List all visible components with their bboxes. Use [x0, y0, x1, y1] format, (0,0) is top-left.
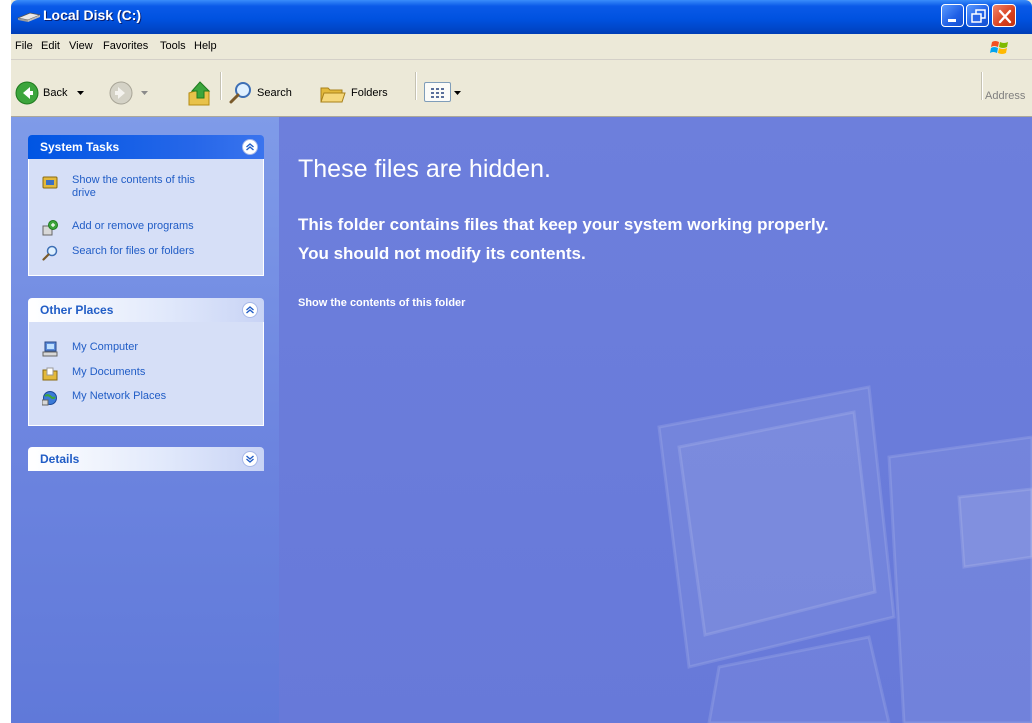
- task-label: Show the contents of this: [72, 174, 195, 186]
- toolbar-separator: [415, 72, 417, 100]
- task-pane: System Tasks Show the contents of this d…: [11, 117, 279, 723]
- task-label: drive: [72, 187, 96, 199]
- folders-icon: [320, 87, 346, 103]
- warning-message-line1: This folder contains files that keep you…: [298, 215, 829, 234]
- show-folder-contents-link[interactable]: Show the contents of this folder: [298, 297, 465, 309]
- content-area: System Tasks Show the contents of this d…: [11, 117, 1032, 723]
- up-folder-icon[interactable]: [187, 79, 213, 107]
- search-label: Search: [257, 87, 292, 99]
- add-remove-programs-icon: [42, 220, 58, 236]
- other-places-body: My Computer My Documents My Network Plac…: [28, 322, 264, 426]
- system-tasks-body: Show the contents of this drive Add or r…: [28, 159, 264, 276]
- place-label: My Network Places: [72, 390, 167, 402]
- menu-help[interactable]: Help: [194, 40, 217, 52]
- task-label: Search for files or folders: [72, 245, 195, 257]
- toolbar: Back Search Folders Address: [11, 60, 1032, 117]
- warning-message-line2: You should not modify its contents.: [298, 244, 586, 263]
- drive-contents-icon: [42, 176, 58, 189]
- address-label[interactable]: Address: [985, 90, 1025, 102]
- views-button[interactable]: [424, 82, 451, 102]
- views-dropdown-icon[interactable]: [454, 91, 462, 97]
- system-tasks-header[interactable]: System Tasks: [28, 135, 264, 159]
- folders-label: Folders: [351, 87, 388, 99]
- hidden-files-panel: These files are hidden. This folder cont…: [279, 117, 1032, 723]
- minimize-button[interactable]: [941, 4, 964, 27]
- back-button[interactable]: Back: [15, 81, 95, 105]
- collapse-chevron-icon[interactable]: [242, 139, 258, 155]
- my-documents-icon: [42, 367, 58, 381]
- back-dropdown-icon[interactable]: [77, 91, 85, 97]
- windows-logo-icon: [990, 41, 1008, 54]
- task-label: Add or remove programs: [72, 220, 194, 232]
- title-bar[interactable]: Local Disk (C:): [11, 0, 1032, 34]
- back-arrow-icon: [15, 81, 39, 105]
- place-label: My Computer: [72, 341, 139, 353]
- explorer-window: Local Disk (C:) File Edit View Favorites…: [11, 0, 1032, 723]
- other-places-title: Other Places: [40, 303, 114, 317]
- details-title: Details: [40, 452, 80, 466]
- menu-view[interactable]: View: [69, 40, 93, 52]
- toolbar-separator: [220, 72, 222, 100]
- network-places-icon: [42, 391, 57, 406]
- collapse-chevron-icon[interactable]: [242, 302, 258, 318]
- menu-edit[interactable]: Edit: [41, 40, 60, 52]
- other-places-header[interactable]: Other Places: [28, 298, 264, 322]
- menu-tools[interactable]: Tools: [160, 40, 186, 52]
- page-title: These files are hidden.: [298, 155, 551, 183]
- my-computer-icon: [42, 341, 58, 357]
- forward-arrow-icon[interactable]: [109, 81, 133, 105]
- restore-button[interactable]: [966, 4, 989, 27]
- menu-file[interactable]: File: [15, 40, 33, 52]
- toolbar-separator: [981, 72, 983, 100]
- restore-icon: [971, 9, 986, 23]
- drive-icon: [16, 12, 42, 22]
- expand-chevron-icon[interactable]: [242, 451, 258, 467]
- window-title: Local Disk (C:): [43, 7, 142, 23]
- back-label: Back: [43, 87, 68, 99]
- search-button[interactable]: Search: [229, 81, 319, 105]
- computer-watermark-icon: [657, 385, 1032, 723]
- place-label: My Documents: [72, 366, 146, 378]
- menu-bar: File Edit View Favorites Tools Help: [11, 34, 1032, 60]
- forward-dropdown-icon[interactable]: [141, 91, 149, 97]
- close-button[interactable]: [992, 4, 1016, 27]
- search-icon: [42, 245, 58, 261]
- menu-favorites[interactable]: Favorites: [103, 40, 148, 52]
- views-icon: [431, 88, 444, 98]
- details-header[interactable]: Details: [28, 447, 264, 471]
- search-icon: [229, 82, 251, 104]
- close-icon: [998, 9, 1012, 24]
- folders-button[interactable]: Folders: [320, 81, 410, 105]
- system-tasks-title: System Tasks: [40, 140, 120, 154]
- minimize-icon: [948, 19, 956, 22]
